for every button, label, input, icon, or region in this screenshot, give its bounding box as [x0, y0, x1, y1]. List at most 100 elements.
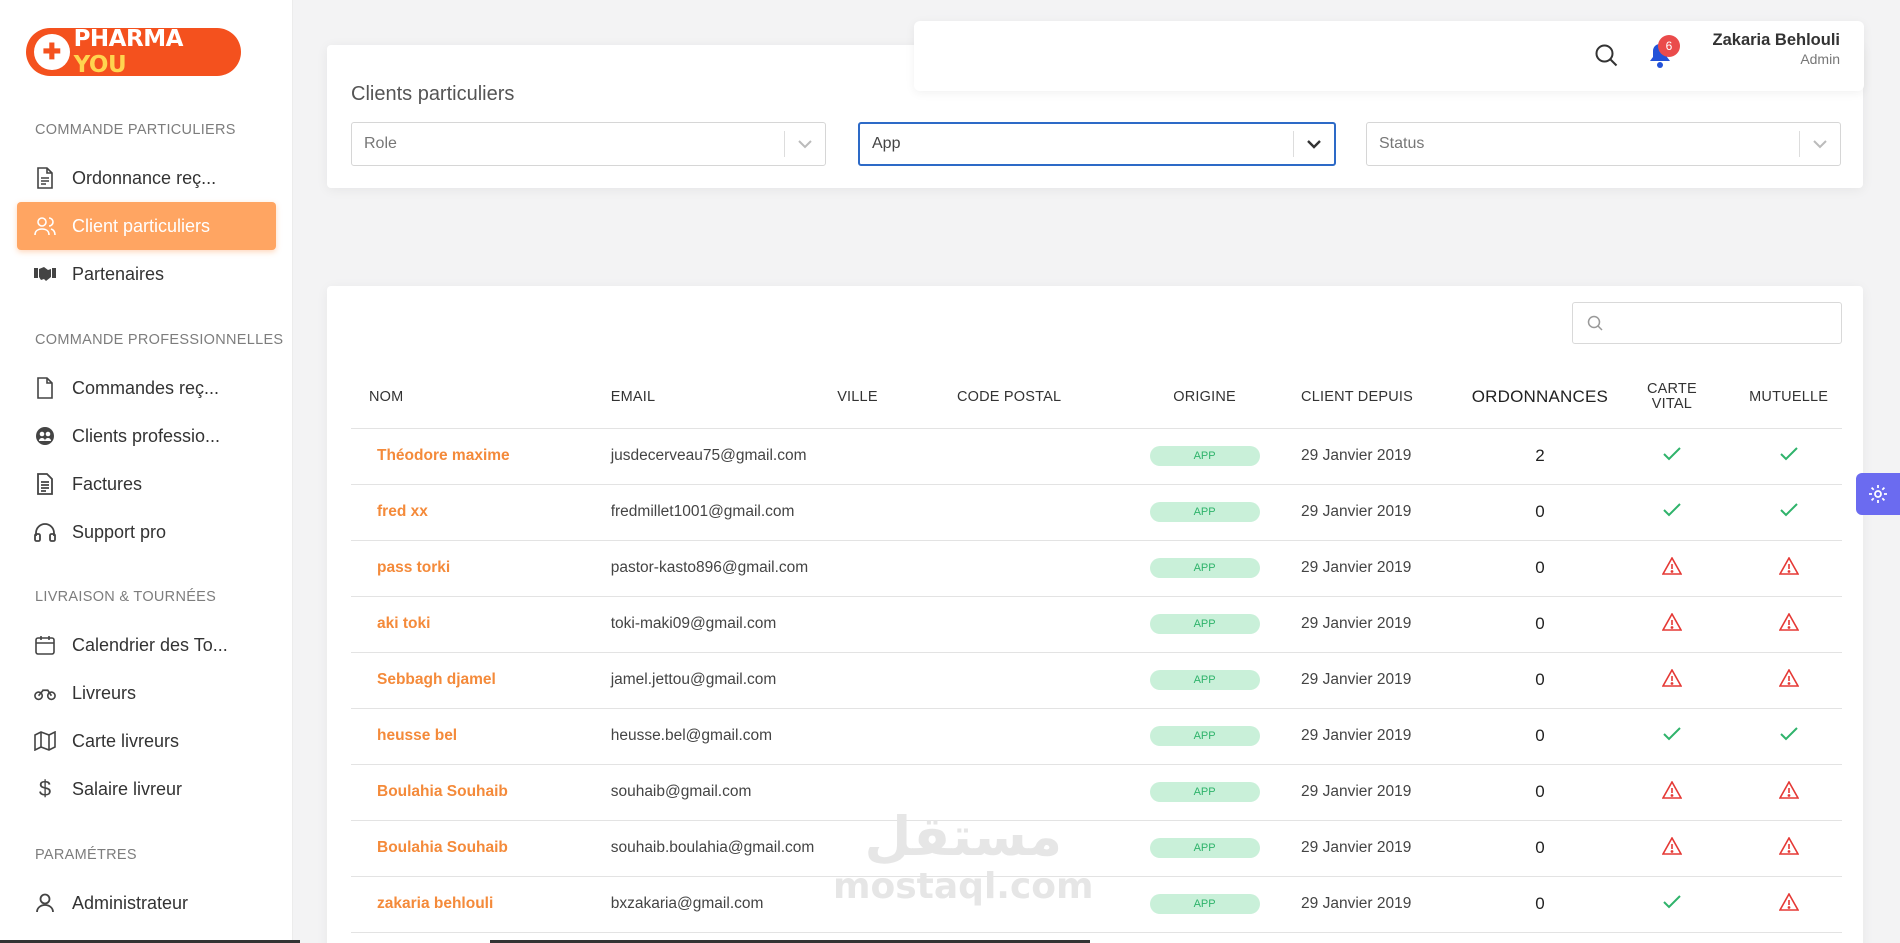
sidebar-item-label: Ordonnance reç... [72, 167, 217, 188]
table-row[interactable]: Théodore maxime jusdecerveau75@gmail.com A… [351, 428, 1842, 485]
client-name-link[interactable]: Sebbagh djamel [351, 652, 611, 709]
origin-cell: APP [1132, 652, 1278, 709]
sidebar-item-label: Support pro [72, 521, 167, 542]
origin-cell: APP [1132, 596, 1278, 653]
column-header-nom[interactable]: NOM [351, 366, 611, 429]
sidebar: ✚ PHARMA YOU COMMANDE PARTICULIERS Ordon… [0, 0, 293, 943]
client-ville [837, 652, 957, 709]
origin-cell: APP [1132, 540, 1278, 597]
sidebar-item-partenaires[interactable]: Partenaires [17, 250, 276, 298]
ordonnances-count: 2 [1471, 428, 1609, 485]
ordonnances-count: 0 [1471, 484, 1609, 541]
gear-icon [1869, 485, 1887, 503]
sidebar-item-label: Salaire livreur [72, 778, 183, 799]
client-since: 29 Janvier 2019 [1277, 540, 1472, 597]
warning-icon [1735, 820, 1842, 877]
column-header-origine[interactable]: ORIGINE [1132, 366, 1278, 429]
client-ville [837, 764, 957, 821]
client-code-postal [956, 652, 1133, 709]
table-row[interactable]: heusse bel heusse.bel@gmail.com APP 29 Janv… [351, 708, 1842, 765]
client-name-link[interactable]: Boulahia Souhaib [351, 820, 611, 877]
client-email: heusse.bel@gmail.com [610, 708, 838, 765]
sidebar-item-salaire-livreur[interactable]: $ Salaire livreur [17, 765, 276, 813]
sidebar-item-clients-professionnels[interactable]: Clients professio... [17, 412, 276, 460]
settings-gear-button[interactable] [1856, 473, 1900, 515]
origin-badge: APP [1149, 838, 1260, 858]
client-since: 29 Janvier 2019 [1277, 764, 1472, 821]
table-row[interactable]: Boulahia Souhaib souhaib.boulahia@gmail.c… [351, 820, 1842, 877]
column-header-carte-vital[interactable]: CARTE VITAL [1608, 366, 1736, 429]
check-icon [1608, 428, 1736, 485]
ordonnances-count: 0 [1471, 764, 1609, 821]
sidebar-item-ordonnance[interactable]: Ordonnance reç... [17, 154, 276, 202]
table-row[interactable]: Sebbagh djamel jamel.jettou@gmail.com APP 2… [351, 652, 1842, 709]
client-ville [837, 540, 957, 597]
client-name-link[interactable]: fred xx [351, 484, 611, 541]
origin-badge: APP [1149, 614, 1260, 634]
ordonnances-count: 0 [1471, 820, 1609, 877]
client-name-link[interactable]: pass torki [351, 540, 611, 597]
status-select[interactable]: Status [1366, 122, 1841, 166]
sidebar-item-factures[interactable]: Factures [17, 460, 276, 508]
sidebar-item-calendrier[interactable]: Calendrier des To... [17, 621, 276, 669]
client-ville [837, 596, 957, 653]
sidebar-item-livreurs[interactable]: Livreurs [17, 669, 276, 717]
client-name-link[interactable]: zakaria behlouli [351, 876, 611, 933]
check-icon [1735, 484, 1842, 541]
column-header-mutuelle[interactable]: MUTUELLE [1735, 366, 1842, 429]
chevron-down-icon[interactable] [785, 139, 825, 149]
warning-icon [1608, 820, 1736, 877]
sidebar-item-support-pro[interactable]: Support pro [17, 508, 276, 556]
table-search-field[interactable] [1572, 302, 1842, 344]
app-select[interactable]: App [858, 122, 1336, 166]
origin-cell: APP [1132, 820, 1278, 877]
table-header-row: NOM EMAIL VILLE CODE POSTAL ORIGINE CLIE… [351, 366, 1842, 429]
status-select-placeholder: Status [1379, 135, 1425, 152]
client-since: 29 Janvier 2019 [1277, 708, 1472, 765]
headphones-icon [34, 521, 56, 543]
origin-cell: APP [1132, 876, 1278, 933]
table-search-input[interactable] [1613, 303, 1833, 343]
table-row[interactable]: pass torki pastor-kasto896@gmail.com APP 29… [351, 540, 1842, 597]
column-header-code-postal[interactable]: CODE POSTAL [956, 366, 1133, 429]
sidebar-item-label: Clients professio... [72, 425, 221, 446]
warning-icon [1608, 652, 1736, 709]
user-name[interactable]: Zakaria Behlouli [1713, 31, 1840, 50]
table-row[interactable]: zakaria behlouli bxzakaria@gmail.com APP 29… [351, 876, 1842, 933]
search-icon[interactable] [1594, 43, 1618, 72]
sidebar-item-commandes[interactable]: Commandes reç... [17, 364, 276, 412]
column-header-client-depuis[interactable]: CLIENT DEPUIS [1277, 366, 1472, 429]
chevron-down-icon[interactable] [1294, 139, 1334, 149]
origin-badge: APP [1149, 726, 1260, 746]
sidebar-item-carte-livreurs[interactable]: Carte livreurs [17, 717, 276, 765]
client-name-link[interactable]: aki toki [351, 596, 611, 653]
origin-cell: APP [1132, 428, 1278, 485]
chevron-down-icon[interactable] [1800, 139, 1840, 149]
table-row[interactable]: aki toki toki-maki09@gmail.com APP 29 Janvi… [351, 596, 1842, 653]
client-name-link[interactable]: heusse bel [351, 708, 611, 765]
table-row[interactable]: fred xx fredmillet1001@gmail.com APP 29 Jan… [351, 484, 1842, 541]
column-header-email[interactable]: EMAIL [610, 366, 838, 429]
sidebar-item-client-particuliers[interactable]: Client particuliers [17, 202, 276, 250]
client-email: souhaib.boulahia@gmail.com [610, 820, 838, 877]
client-name-link[interactable]: Théodore maxime [351, 428, 611, 485]
role-select[interactable]: Role [351, 122, 826, 166]
client-email: jusdecerveau75@gmail.com [610, 428, 838, 485]
user-icon [34, 892, 56, 914]
client-ville [837, 708, 957, 765]
column-header-ordonnances[interactable]: ORDONNANCES [1471, 366, 1609, 429]
pharmayou-logo[interactable]: ✚ PHARMA YOU [26, 26, 241, 78]
origin-badge: APP [1149, 446, 1260, 466]
warning-icon [1735, 876, 1842, 933]
dollar-icon: $ [38, 776, 52, 801]
client-since: 29 Janvier 2019 [1277, 596, 1472, 653]
motorbike-icon [34, 682, 56, 704]
table-row[interactable]: Boulahia Souhaib souhaib@gmail.com APP 29 J… [351, 764, 1842, 821]
sidebar-item-administrateur[interactable]: Administrateur [17, 879, 276, 927]
client-name-link[interactable]: Boulahia Souhaib [351, 764, 611, 821]
warning-icon [1608, 540, 1736, 597]
sidebar-item-label: Administrateur [72, 892, 189, 913]
client-code-postal [956, 428, 1133, 485]
column-header-ville[interactable]: VILLE [837, 366, 957, 429]
warning-icon [1608, 596, 1736, 653]
